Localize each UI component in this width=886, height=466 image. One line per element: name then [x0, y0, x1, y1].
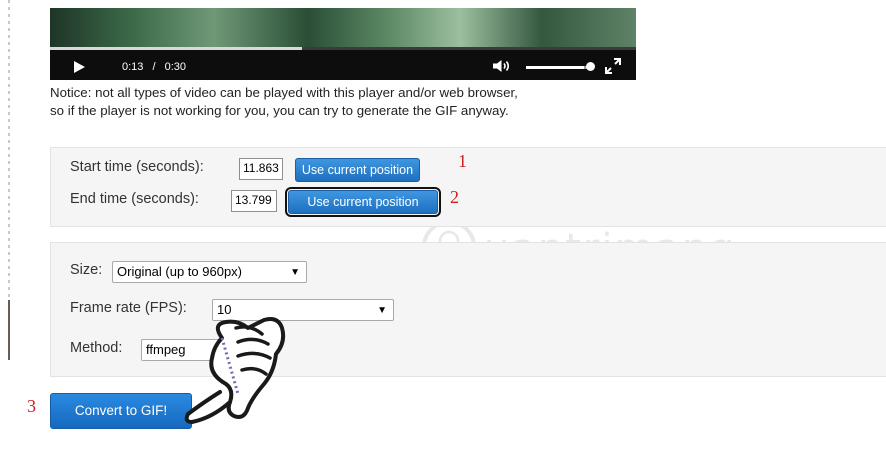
notice-line-2: so if the player is not working for you,…	[50, 103, 509, 118]
convert-to-gif-button[interactable]: Convert to GIF!	[50, 393, 192, 429]
fps-label: Frame rate (FPS):	[70, 300, 187, 316]
player-notice: Notice: not all types of video can be pl…	[50, 84, 650, 120]
play-icon[interactable]	[74, 61, 85, 73]
size-select-value: Original (up to 960px)	[117, 264, 243, 279]
pointing-hand-icon	[184, 317, 286, 424]
video-player[interactable]: 0:13 / 0:30	[50, 8, 636, 80]
end-time-input[interactable]: 13.799	[231, 190, 277, 212]
step-1-marker: 1	[458, 151, 467, 171]
video-progress-bar[interactable]	[50, 47, 636, 50]
fullscreen-icon[interactable]	[605, 58, 621, 74]
video-frame[interactable]	[50, 8, 636, 48]
start-time-input[interactable]: 11.863	[239, 158, 283, 180]
start-time-label: Start time (seconds):	[70, 159, 204, 175]
end-use-current-position-button[interactable]: Use current position	[285, 187, 441, 217]
dropdown-arrow-icon: ▼	[290, 267, 300, 278]
method-label: Method:	[70, 340, 123, 356]
step-3-marker: 3	[27, 396, 36, 416]
page-edge-shadow	[8, 300, 10, 360]
options-panel: Size: Original (up to 960px) ▼ Frame rat…	[50, 242, 886, 377]
volume-slider-handle[interactable]	[586, 62, 595, 71]
video-time-separator: /	[152, 61, 156, 73]
size-select[interactable]: Original (up to 960px) ▼	[112, 261, 307, 283]
timing-panel: Start time (seconds): 11.863 Use current…	[50, 147, 886, 227]
size-label: Size:	[70, 262, 103, 278]
step-2-marker: 2	[450, 187, 459, 207]
start-use-current-position-button[interactable]: Use current position	[295, 158, 420, 182]
video-current-time: 0:13	[122, 61, 144, 73]
video-time-display: 0:13 / 0:30	[122, 61, 186, 73]
notice-line-1: Notice: not all types of video can be pl…	[50, 85, 518, 100]
video-controls: 0:13 / 0:30	[50, 52, 636, 80]
volume-icon[interactable]	[492, 59, 512, 73]
dropdown-arrow-icon: ▼	[377, 305, 387, 316]
volume-slider-fill	[526, 66, 584, 69]
end-time-label: End time (seconds):	[70, 191, 199, 207]
video-progress-fill	[50, 47, 302, 50]
video-duration: 0:30	[164, 61, 187, 73]
volume-slider[interactable]	[526, 66, 590, 69]
